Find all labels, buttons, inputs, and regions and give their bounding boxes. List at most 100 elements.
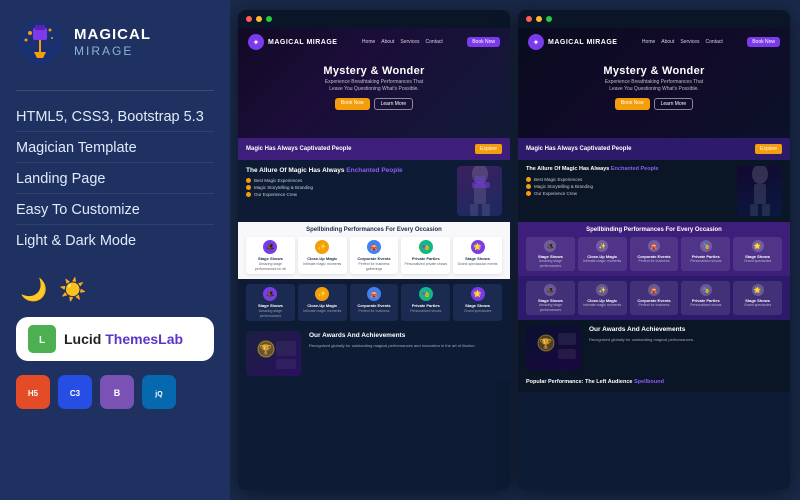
card-2: ✨ Close-Up Magic Intimate magic moments: [298, 237, 347, 274]
purple-section-2: Magic Has Always Captivated People Explo…: [518, 138, 790, 160]
feature-magician: Magician Template: [16, 134, 214, 163]
hero-section-2: ✦ MAGICAL MIRAGE Home About Services Con…: [518, 28, 790, 138]
awards-desc: Recognized globally for outstanding magi…: [309, 343, 502, 349]
bullet-2b: [526, 184, 531, 189]
nav-about-2[interactable]: About: [661, 39, 674, 45]
dark-cards-grid: 🎩 Stage Shows Amazing stage performances…: [246, 284, 502, 321]
card-title-5: Stage Shows: [456, 256, 499, 261]
spell-card-5: 🌟 Stage Shows Grand spectacles: [733, 237, 782, 271]
dark-card-desc-5: Grand spectacles: [456, 309, 499, 314]
mode-icons: 🌙 ☀️: [20, 277, 214, 303]
allure-text-2: The Allure Of Magic Has Always Enchanted…: [526, 166, 731, 196]
spell-card-3: 🎪 Corporate Events Perfect for business: [630, 237, 679, 271]
allure-item-2-3: Our Experience Crew: [534, 191, 577, 196]
dot-green: [266, 16, 272, 22]
hero-nav-links-2: Home About Services Contact: [642, 39, 723, 45]
dark-mode-icon[interactable]: 🌙: [20, 277, 47, 303]
hero-cta-btn[interactable]: Book Now: [335, 98, 370, 110]
hero-logo: ✦ MAGICAL MIRAGE: [248, 34, 337, 50]
feature-customize: Easy To Customize: [16, 196, 214, 225]
light-mode-icon[interactable]: ☀️: [59, 277, 86, 303]
awards-text: Our Awards And Achievements Recognized g…: [309, 331, 502, 349]
awards-title-2: Our Awards And Achievements: [589, 325, 782, 334]
html5-badge: H5: [16, 375, 50, 409]
spell-card-2-3: 🎪 Corporate Events Perfect for business: [630, 281, 679, 315]
divider: [16, 90, 214, 91]
awards-text-2: Our Awards And Achievements Recognized g…: [589, 325, 782, 343]
dark-card-4: 🎭 Private Parties Personalized shows: [401, 284, 450, 321]
feature-html5: HTML5, CSS3, Bootstrap 5.3: [16, 103, 214, 132]
feature-darkmode: Light & Dark Mode: [16, 227, 214, 255]
card-1: 🎩 Stage Shows Amazing stage performances…: [246, 237, 295, 274]
allure-item-2-2: Magic Storytelling & Branding: [534, 184, 593, 189]
purple-title-2: Magic Has Always Captivated People: [526, 145, 631, 153]
hero-text: Mystery & Wonder Experience Breathtaking…: [323, 65, 424, 110]
allure-image-inner-2: [737, 166, 782, 216]
spell-title: Spellbinding Performances For Every Occa…: [526, 227, 782, 233]
awards-image-inner: 🏆: [246, 331, 301, 376]
spell-card-1: 🎩 Stage Shows Amazing stage performances: [526, 237, 575, 271]
allure-item-3: Our Experience Crew: [254, 192, 297, 197]
hero-ghost-btn[interactable]: Learn More: [374, 98, 414, 110]
allure-item-1: Best Magic Experiences: [254, 178, 302, 183]
purple-btn[interactable]: Explore: [475, 144, 502, 154]
list-item: Magic Storytelling & Branding: [246, 185, 451, 190]
dark-card-desc-2: Intimate magic moments: [301, 309, 344, 314]
allure-accent: Enchanted People: [346, 167, 402, 174]
allure-section-2: The Allure Of Magic Has Always Enchanted…: [518, 160, 790, 222]
nav-book-btn[interactable]: Book Now: [467, 37, 500, 47]
tech-badges: H5 C3 B jQ: [16, 375, 214, 409]
hero-cta-row: Book Now Learn More: [323, 98, 424, 110]
dark-card-title-4: Private Parties: [404, 303, 447, 308]
allure-list: Best Magic Experiences Magic Storytellin…: [246, 178, 451, 197]
nav-about[interactable]: About: [381, 39, 394, 45]
card-3: 🎪 Corporate Events Perfect for business …: [350, 237, 399, 274]
dark-card-icon-1: 🎩: [263, 287, 277, 301]
nav-contact[interactable]: Contact: [426, 39, 443, 45]
dark-card-2: ✨ Close-Up Magic Intimate magic moments: [298, 284, 347, 321]
nav-services[interactable]: Services: [400, 39, 419, 45]
brand-badge[interactable]: L Lucid ThemesLab: [16, 317, 214, 361]
nav-home-2[interactable]: Home: [642, 39, 655, 45]
nav-home[interactable]: Home: [362, 39, 375, 45]
hero-logo-icon: ✦: [248, 34, 264, 50]
allure-item-2-1: Best Magic Experiences: [534, 177, 582, 182]
dot-red-2: [526, 16, 532, 22]
hero-nav-links: Home About Services Contact: [362, 39, 443, 45]
card-5: 🌟 Stage Shows Grand spectacular events: [453, 237, 502, 274]
card-desc-1: Amazing stage performances for all: [249, 262, 292, 271]
preview-topbar-1: [238, 10, 510, 28]
card-icon-5: 🌟: [471, 240, 485, 254]
awards-title: Our Awards And Achievements: [309, 331, 502, 340]
spell-card-2-1: 🎩 Stage Shows Amazing stage performances: [526, 281, 575, 315]
cards-grid: 🎩 Stage Shows Amazing stage performances…: [246, 237, 502, 274]
spell-icon-2-3: 🎪: [648, 284, 660, 296]
preview-content-2: ✦ MAGICAL MIRAGE Home About Services Con…: [518, 28, 790, 490]
svg-text:🏆: 🏆: [260, 343, 273, 356]
preview-content-1: ✦ MAGICAL MIRAGE Home About Services Con…: [238, 28, 510, 490]
spell-card-2: ✨ Close-Up Magic Intimate magic moments: [578, 237, 627, 271]
card-icon-1: 🎩: [263, 240, 277, 254]
dot-yellow-2: [536, 16, 542, 22]
hero-nav: ✦ MAGICAL MIRAGE Home About Services Con…: [238, 34, 510, 50]
card-desc-4: Personalized private shows: [404, 262, 447, 267]
nav-contact-2[interactable]: Contact: [706, 39, 723, 45]
spell-icon-1: 🎩: [544, 240, 556, 252]
purple-btn-2[interactable]: Explore: [755, 144, 782, 154]
nav-book-btn-2[interactable]: Book Now: [747, 37, 780, 47]
spell-icon-2-2: ✨: [596, 284, 608, 296]
dark-card-icon-3: 🎪: [367, 287, 381, 301]
hero-cta-btn-2[interactable]: Book Now: [615, 98, 650, 110]
svg-text:H5: H5: [28, 389, 39, 398]
spell-grid: 🎩 Stage Shows Amazing stage performances…: [526, 237, 782, 271]
dark-card-title-3: Corporate Events: [353, 303, 396, 308]
list-item-2: Best Magic Experiences: [526, 177, 731, 182]
left-panel: MAGICAL MIRAGE HTML5, CSS3, Bootstrap 5.…: [0, 0, 230, 500]
hero-ghost-btn-2[interactable]: Learn More: [654, 98, 694, 110]
css3-badge: C3: [58, 375, 92, 409]
nav-services-2[interactable]: Services: [680, 39, 699, 45]
hero-logo-2: ✦ MAGICAL MIRAGE: [528, 34, 617, 50]
spell-card-desc-2-4: Personalized shows: [684, 303, 727, 308]
dark-cards-section: 🎩 Stage Shows Amazing stage performances…: [238, 279, 510, 326]
bootstrap-badge: B: [100, 375, 134, 409]
